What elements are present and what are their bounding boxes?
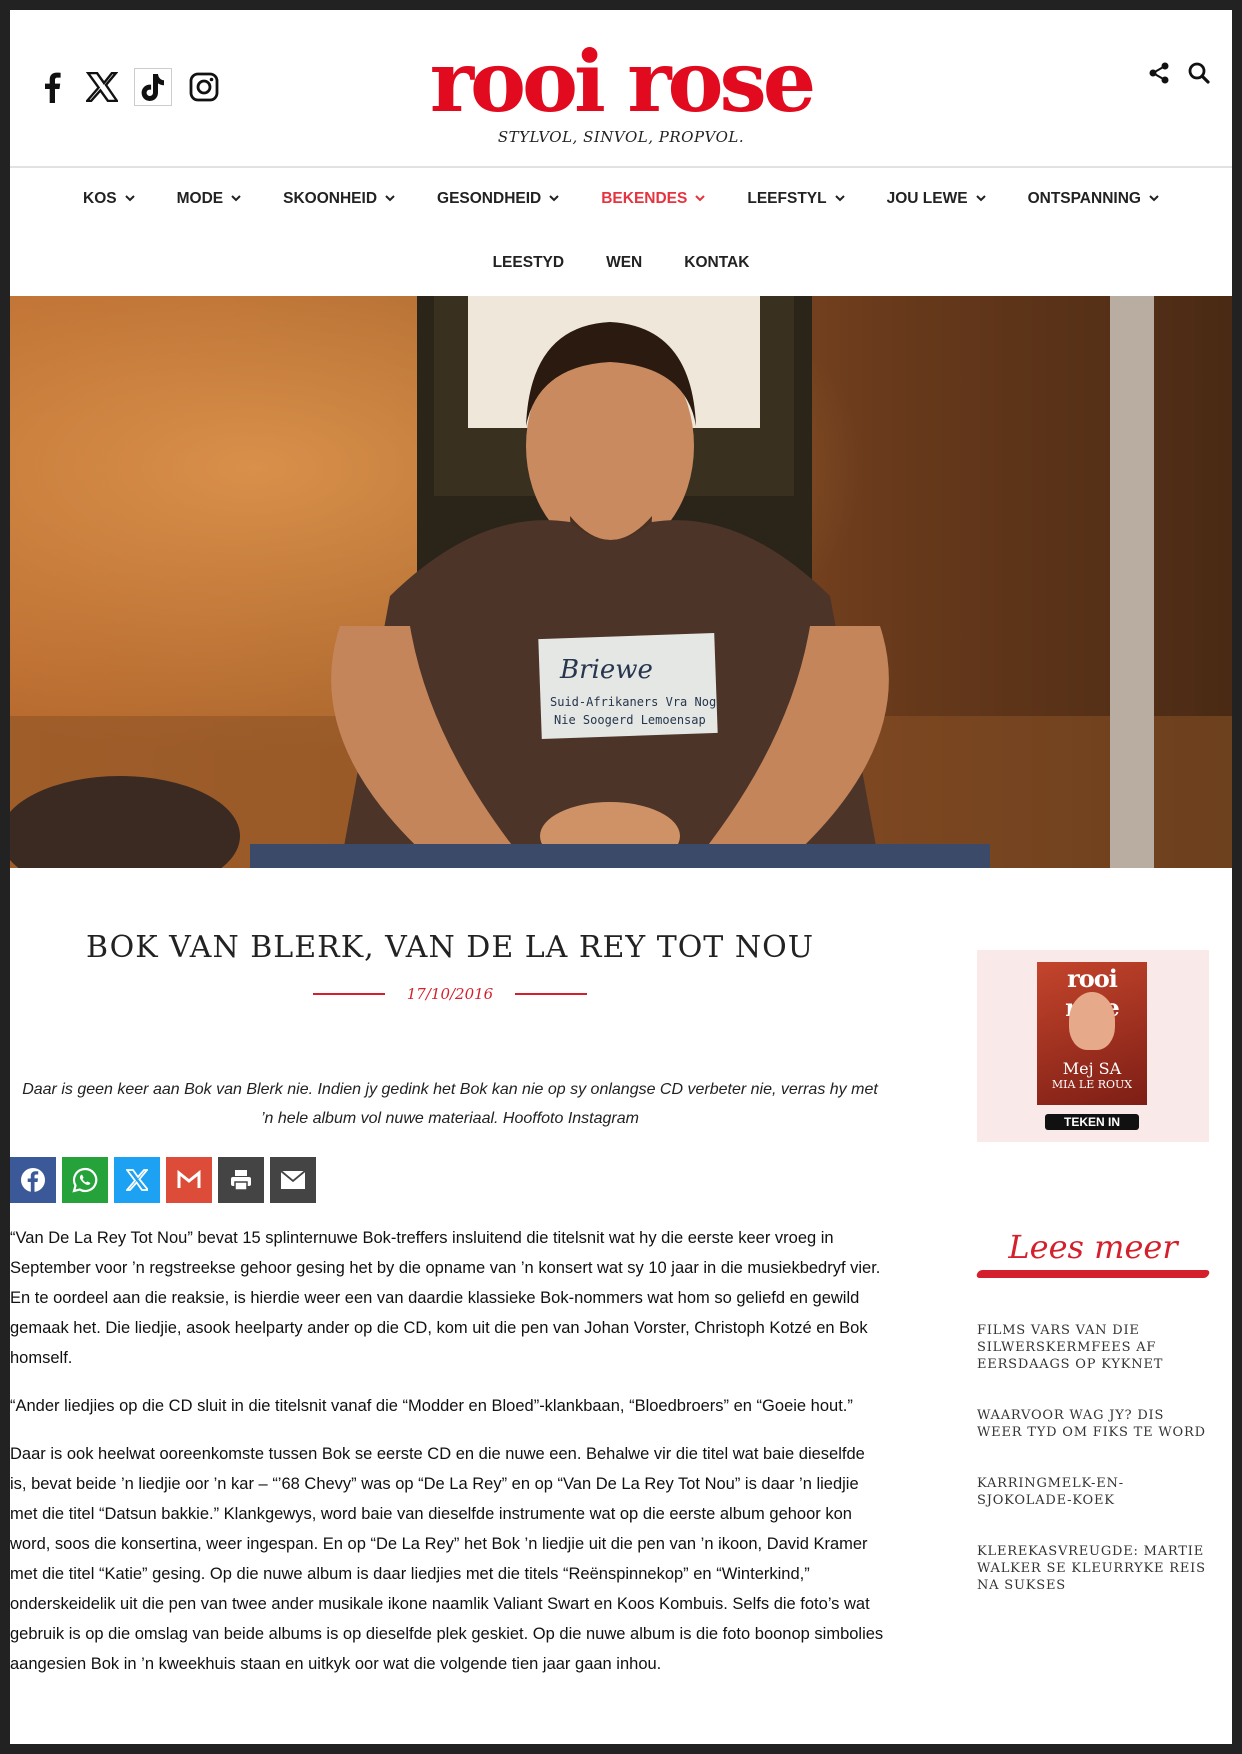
- magazine-cover-model: [1069, 992, 1115, 1050]
- magazine-cover[interactable]: rooi rose Mej SA MIA LE ROUX: [1037, 962, 1147, 1105]
- article-paragraph: “Van De La Rey Tot Nou” bevat 15 splinte…: [10, 1229, 881, 1368]
- sidebar: rooi rose Mej SA MIA LE ROUX TEKEN IN Le…: [975, 950, 1211, 1628]
- date-rule-right: [515, 993, 588, 996]
- date-rule-left: [312, 993, 385, 996]
- article-date-row: 17/10/2016: [10, 985, 890, 1003]
- nav-item-label: MODE: [176, 190, 224, 207]
- nav-item-jou-lewe[interactable]: JOU LEWE: [866, 190, 1007, 208]
- x-share-button[interactable]: [114, 1157, 160, 1204]
- print-icon: [229, 1168, 253, 1192]
- related-article-link[interactable]: KARRINGMELK-EN-SJOKOLADE-KOEK: [977, 1475, 1209, 1509]
- search-icon[interactable]: [1188, 62, 1210, 88]
- nav-item-label: LEEFSTYL: [747, 190, 827, 207]
- site-tagline: STYLVOL, SINVOL, PROPVOL.: [497, 128, 745, 146]
- facebook-icon: [20, 1167, 46, 1193]
- shirt-label-line-2: Nie Soogerd Lemoensap: [554, 713, 706, 727]
- nav-item-bekendes[interactable]: BEKENDES: [580, 190, 726, 208]
- related-article-link[interactable]: FILMS VARS VAN DIE SILWERSKERMFEES AF EE…: [977, 1322, 1209, 1373]
- site-logo[interactable]: rooi rose: [10, 40, 1232, 124]
- site-header: rooi rose STYLVOL, SINVOL, PROPVOL.: [10, 10, 1232, 168]
- nav-row-secondary: LEESTYD WEN KONTAK: [10, 230, 1232, 296]
- article-intro: Daar is geen keer aan Bok van Blerk nie.…: [22, 1081, 878, 1128]
- magazine-cover-headline: Mej SA: [1062, 1059, 1122, 1078]
- lees-meer-underline: [975, 1270, 1211, 1278]
- chevron-down-icon: [549, 193, 559, 205]
- logo-area: rooi rose STYLVOL, SINVOL, PROPVOL.: [10, 40, 1232, 147]
- chevron-down-icon: [124, 193, 135, 205]
- facebook-share-button[interactable]: [10, 1157, 56, 1204]
- article-date: 17/10/2016: [406, 985, 494, 1004]
- nav-item-label: KOS: [83, 190, 117, 207]
- gmail-share-button[interactable]: [166, 1157, 212, 1204]
- article-paragraph: “Ander liedjies op die CD sluit in die t…: [10, 1397, 853, 1416]
- chevron-down-icon: [231, 193, 241, 205]
- nav-item-label: ONTSPANNING: [1027, 190, 1141, 207]
- chevron-down-icon: [975, 193, 986, 205]
- nav-item-ontspanning[interactable]: ONTSPANNING: [1007, 190, 1180, 208]
- nav-item-kontak[interactable]: KONTAK: [663, 254, 770, 272]
- whatsapp-share-button[interactable]: [62, 1157, 108, 1204]
- chevron-down-icon: [1149, 193, 1159, 205]
- related-article-link[interactable]: KLEREKASVREUGDE: MARTIE WALKER SE KLEURR…: [977, 1543, 1209, 1594]
- chevron-down-icon: [385, 193, 395, 205]
- nav-item-leefstyl[interactable]: LEEFSTYL: [726, 190, 865, 208]
- subscribe-button[interactable]: TEKEN IN: [1045, 1114, 1139, 1130]
- nav-item-label: BEKENDES: [601, 190, 688, 207]
- related-article-link[interactable]: WAARVOOR WAG JY? DIS WEER TYD OM FIKS TE…: [977, 1407, 1209, 1441]
- shirt-label-title: Briewe: [559, 655, 653, 685]
- email-icon: [280, 1170, 306, 1190]
- related-articles: FILMS VARS VAN DIE SILWERSKERMFEES AF EE…: [977, 1322, 1209, 1594]
- chevron-down-icon: [695, 193, 706, 205]
- whatsapp-icon: [72, 1167, 98, 1193]
- shirt-label-line-1: Suid-Afrikaners Vra Nog: [550, 695, 716, 709]
- nav-item-gesondheid[interactable]: GESONDHEID: [416, 190, 580, 208]
- share-bar: [10, 1157, 890, 1204]
- share-icon[interactable]: [1148, 62, 1170, 88]
- nav-item-label: JOU LEWE: [886, 190, 968, 207]
- nav-item-leestyd[interactable]: LEESTYD: [472, 254, 585, 272]
- nav-item-skoonheid[interactable]: SKOONHEID: [262, 190, 416, 208]
- article-body: “Van De La Rey Tot Nou” bevat 15 splinte…: [10, 1223, 890, 1679]
- gmail-icon: [177, 1170, 201, 1190]
- article: BOK VAN BLERK, VAN DE LA REY TOT NOU 17/…: [10, 868, 890, 1697]
- nav-item-mode[interactable]: MODE: [156, 190, 263, 208]
- nav-item-label: GESONDHEID: [437, 190, 542, 207]
- x-icon: [126, 1169, 148, 1191]
- magazine-cover-line: MIA LE ROUX: [1051, 1078, 1133, 1091]
- article-title: BOK VAN BLERK, VAN DE LA REY TOT NOU: [86, 930, 814, 965]
- header-tools: [1148, 62, 1210, 88]
- hero-photo: Briewe Suid-Afrikaners Vra Nog Nie Sooge…: [10, 296, 1232, 868]
- print-share-button[interactable]: [218, 1157, 264, 1204]
- magazine-subscribe-ad[interactable]: rooi rose Mej SA MIA LE ROUX TEKEN IN: [977, 950, 1209, 1142]
- article-paragraph: Daar is ook heelwat ooreenkomste tussen …: [10, 1445, 884, 1674]
- main-navigation: KOS MODE SKOONHEID GESONDHEID BEKENDES LEEFST…: [10, 168, 1232, 297]
- lees-meer-heading: Lees meer: [1008, 1228, 1178, 1266]
- page-frame: rooi rose STYLVOL, SINVOL, PROPVOL. KOS M…: [10, 10, 1232, 1744]
- nav-row-primary: KOS MODE SKOONHEID GESONDHEID BEKENDES LEEFST…: [10, 168, 1232, 230]
- magazine-cover-name: Mej SA MIA LE ROUX: [1037, 1059, 1147, 1091]
- nav-item-label: SKOONHEID: [283, 190, 378, 207]
- nav-item-wen[interactable]: WEN: [585, 254, 663, 272]
- nav-item-kos[interactable]: KOS: [62, 190, 156, 208]
- email-share-button[interactable]: [270, 1157, 316, 1204]
- chevron-down-icon: [834, 193, 845, 205]
